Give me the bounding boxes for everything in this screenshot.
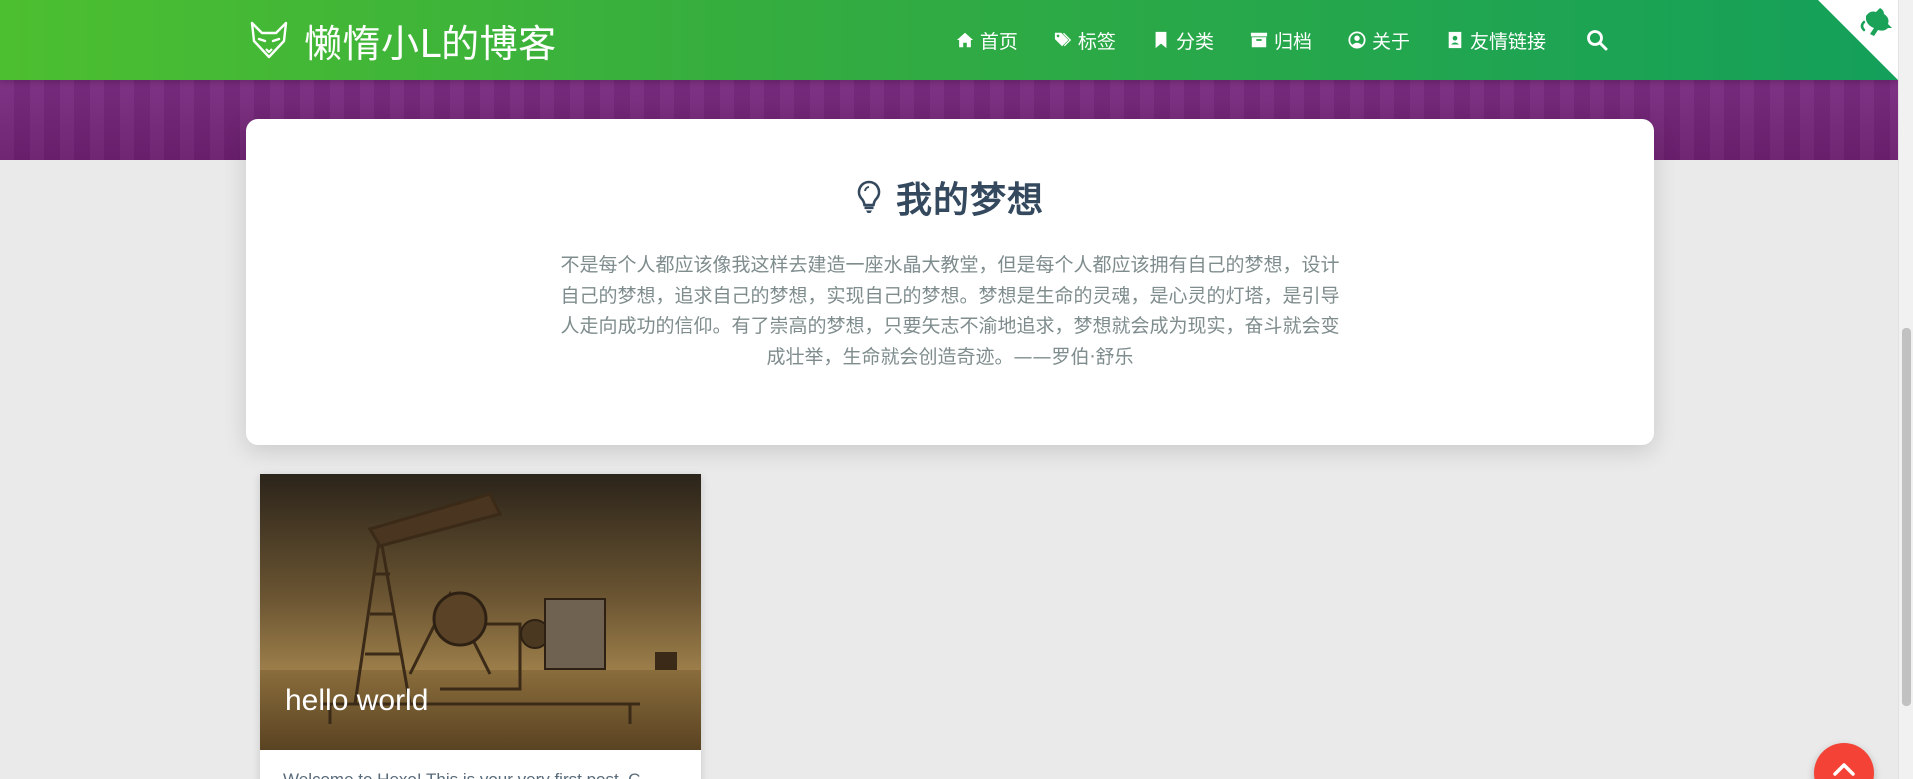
dream-heading: 我的梦想 — [246, 171, 1654, 223]
brand[interactable]: 懒惰小L的博客 — [248, 18, 557, 66]
nav-item-friend-links[interactable]: 友情链接 — [1446, 27, 1546, 54]
dream-title: 我的梦想 — [895, 180, 1044, 221]
dream-quote-line: 成壮举，生命就会创造奇迹。——罗伯·舒乐 — [766, 345, 1134, 368]
user-circle-icon — [1348, 31, 1366, 49]
nav-label: 首页 — [979, 30, 1018, 53]
chevron-up-icon — [1833, 763, 1855, 776]
page-scrollbar[interactable] — [1898, 0, 1913, 779]
nav-label: 归档 — [1273, 30, 1312, 53]
bookmark-icon — [1155, 31, 1167, 49]
site-header: 懒惰小L的博客 首页 标签 分类 归档 关于 友情链接 — [0, 0, 1898, 80]
scrollbar-thumb[interactable] — [1902, 328, 1911, 706]
post-card[interactable]: hello world Welcome to Hexo! This is you… — [260, 474, 701, 779]
dream-card: 我的梦想 不是每个人都应该像我这样去建造一座水晶大教堂，但是每个人都应该拥有自己… — [246, 119, 1654, 445]
github-corner-icon[interactable] — [1818, 0, 1898, 80]
post-title[interactable]: hello world — [285, 684, 428, 717]
nav-label: 分类 — [1175, 30, 1214, 53]
search-button[interactable] — [1586, 29, 1608, 51]
back-to-top-button[interactable] — [1814, 743, 1874, 779]
nav-item-home[interactable]: 首页 — [956, 27, 1018, 54]
address-book-icon — [1448, 31, 1462, 49]
fox-logo-icon — [250, 21, 288, 59]
post-excerpt: Welcome to Hexo! This is your very first… — [283, 770, 683, 779]
dream-quote-line: 不是每个人都应该像我这样去建造一座水晶大教堂，但是每个人都应该拥有自己的梦想，设… — [560, 254, 1340, 276]
lightbulb-icon — [857, 180, 881, 213]
nav-label: 友情链接 — [1469, 30, 1546, 53]
nav-label: 标签 — [1077, 30, 1116, 53]
dream-quote-line: 自己的梦想，追求自己的梦想，实现自己的梦想。梦想是生命的灵魂，是心灵的灯塔，是引… — [560, 284, 1340, 307]
nav-item-categories[interactable]: 分类 — [1152, 27, 1214, 54]
dream-quote-line: 人走向成功的信仰。有了崇高的梦想，只要矢志不渝地追求，梦想就会成为现实，奋斗就会… — [560, 315, 1340, 337]
archive-icon — [1250, 32, 1268, 48]
tags-icon — [1054, 32, 1072, 47]
nav-label: 关于 — [1371, 30, 1410, 53]
site-title: 懒惰小L的博客 — [304, 21, 557, 66]
home-icon — [956, 32, 974, 48]
nav-item-about[interactable]: 关于 — [1348, 27, 1410, 54]
dream-quote: 不是每个人都应该像我这样去建造一座水晶大教堂，但是每个人都应该拥有自己的梦想，设… — [526, 250, 1374, 372]
nav-item-archives[interactable]: 归档 — [1250, 27, 1312, 54]
main-nav: 首页 标签 分类 归档 关于 友情链接 — [920, 0, 1608, 80]
search-icon — [1587, 30, 1608, 51]
post-title-wrap[interactable]: hello world — [285, 684, 428, 718]
nav-item-tags[interactable]: 标签 — [1054, 27, 1116, 54]
